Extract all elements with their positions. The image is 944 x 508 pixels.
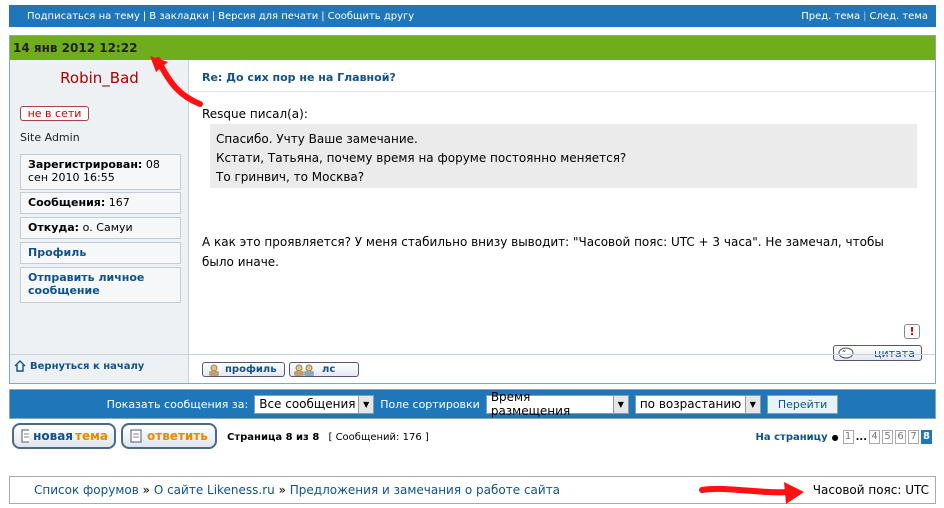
chevron-down-icon: ▼ xyxy=(612,395,628,413)
pm-button[interactable]: лс xyxy=(289,362,359,377)
document-icon xyxy=(21,429,30,443)
online-status-badge: не в сети xyxy=(20,106,89,121)
quote-author: Resque писал(а): xyxy=(202,107,308,121)
reply-button[interactable]: ответить xyxy=(121,423,217,449)
goto-page-label: На страницу xyxy=(755,431,828,443)
quote-line: То гринвич, то Москва? xyxy=(216,170,365,184)
show-posts-label: Показать сообщения за: xyxy=(106,397,249,411)
sort-field-label: Поле сортировки xyxy=(380,397,480,411)
sort-bar: Показать сообщения за: Все сообщения ▼ П… xyxy=(9,389,936,419)
post-subject[interactable]: Re: До сих пор не на Главной? xyxy=(202,71,396,84)
breadcrumb-forum[interactable]: Предложения и замечания о работе сайта xyxy=(290,483,560,497)
separator: | xyxy=(321,10,325,22)
quote-button-label: цитата xyxy=(874,346,915,360)
user-icon xyxy=(209,364,219,376)
new-topic-accent: тема xyxy=(75,429,108,443)
sort-order-value: по возрастанию xyxy=(639,397,742,411)
show-posts-value: Все сообщения xyxy=(259,397,356,411)
new-topic-prefix: новая xyxy=(33,429,73,443)
posts-value: 167 xyxy=(108,196,130,209)
author-registered: Зарегистрирован: 08 сен 2010 16:55 xyxy=(20,154,181,190)
topic-nav: Пред. тема | След. тема xyxy=(801,11,928,22)
page-link[interactable]: 6 xyxy=(895,430,906,444)
sort-field-value: Время размещения xyxy=(490,390,571,418)
quote-block: Спасибо. Учту Ваше замечание. Кстати, Та… xyxy=(210,124,917,188)
quote-line: Спасибо. Учту Ваше замечание. xyxy=(216,132,418,146)
annotation-arrow-icon xyxy=(150,56,203,107)
chevron-down-icon: ▼ xyxy=(744,395,760,413)
tell-friend-link[interactable]: Сообщить другу xyxy=(328,11,415,22)
pm-button-label: лс xyxy=(322,364,336,375)
location-value: о. Самуи xyxy=(82,221,133,234)
sort-field-select[interactable]: Время размещения ▼ xyxy=(485,390,629,418)
prev-topic-link[interactable]: Пред. тема xyxy=(801,11,860,22)
topic-actions: Подписаться на тему | В закладки | Версия дл… xyxy=(27,11,414,22)
users-icon xyxy=(294,364,314,376)
page-link[interactable]: 5 xyxy=(882,430,893,444)
annotation-arrow-icon xyxy=(699,482,804,504)
sort-order-select[interactable]: по возрастанию ▼ xyxy=(634,394,761,414)
post-body: Re: До сих пор не на Главной? Resque пис… xyxy=(190,60,935,383)
breadcrumb-links: Список форумов » О сайте Likeness.ru » П… xyxy=(34,483,560,497)
breadcrumb-separator: » xyxy=(278,483,286,497)
pagination: На страницу ● 1 ... 4 5 6 7 8 xyxy=(756,430,932,444)
next-topic-link[interactable]: След. тема xyxy=(870,11,928,22)
back-to-top-label: Вернуться к началу xyxy=(30,360,145,372)
divider xyxy=(10,354,935,355)
page-info: Страница 8 из 8 [ Сообщений: 176 ] xyxy=(227,432,429,443)
author-posts: Сообщения: 167 xyxy=(20,192,181,214)
page-ellipsis: ... xyxy=(855,431,867,443)
divider xyxy=(190,91,935,92)
bullet: ● xyxy=(831,432,839,442)
page-link[interactable]: 4 xyxy=(869,430,880,444)
home-icon xyxy=(14,360,26,372)
subscribe-link[interactable]: Подписаться на тему xyxy=(27,11,140,22)
breadcrumb-site[interactable]: О сайте Likeness.ru xyxy=(154,483,275,497)
breadcrumb-separator: » xyxy=(142,483,150,497)
back-to-top-link[interactable]: Вернуться к началу xyxy=(14,360,144,372)
current-page: 8 xyxy=(921,430,932,444)
send-pm-link[interactable]: Отправить личное сообщение xyxy=(20,267,181,303)
report-button[interactable]: ! xyxy=(904,324,920,339)
location-label: Откуда: xyxy=(28,221,80,234)
show-posts-select[interactable]: Все сообщения ▼ xyxy=(254,394,375,414)
profile-button-label: профиль xyxy=(225,364,277,375)
timezone-label: Часовой пояс: UTC xyxy=(812,483,929,497)
author-role: Site Admin xyxy=(20,131,80,144)
chevron-down-icon: ▼ xyxy=(358,395,374,413)
post-count: [ Сообщений: 176 ] xyxy=(328,432,429,443)
page-info-text: Страница 8 из 8 xyxy=(227,432,320,443)
bookmark-link[interactable]: В закладки xyxy=(149,11,209,22)
page-link[interactable]: 1 xyxy=(842,430,854,444)
page-link[interactable]: 7 xyxy=(908,430,919,444)
quote-button[interactable]: “ цитата xyxy=(833,345,922,361)
separator: | xyxy=(863,10,867,22)
separator: | xyxy=(142,10,147,22)
profile-button[interactable]: профиль xyxy=(202,362,285,377)
quote-icon: “ xyxy=(838,347,854,359)
author-location: Откуда: о. Самуи xyxy=(20,217,181,239)
go-button[interactable]: Перейти xyxy=(766,394,839,414)
post-message: А как это проявляется? У меня стабильно … xyxy=(202,235,884,269)
new-topic-button[interactable]: новая тема xyxy=(12,423,116,449)
separator: | xyxy=(211,10,216,22)
breadcrumb-forum-list[interactable]: Список форумов xyxy=(34,483,139,497)
post-datetime: 14 янв 2012 12:22 xyxy=(13,41,138,55)
profile-link[interactable]: Профиль xyxy=(20,242,181,264)
posts-label: Сообщения: xyxy=(28,196,106,209)
quote-line: Кстати, Татьяна, почему время на форуме … xyxy=(216,151,627,165)
registered-label: Зарегистрирован: xyxy=(28,158,143,171)
reply-button-label: ответить xyxy=(147,429,208,443)
document-icon xyxy=(130,429,142,443)
topic-toolbar: Подписаться на тему | В закладки | Версия дл… xyxy=(9,5,936,27)
print-version-link[interactable]: Версия для печати xyxy=(218,11,318,22)
